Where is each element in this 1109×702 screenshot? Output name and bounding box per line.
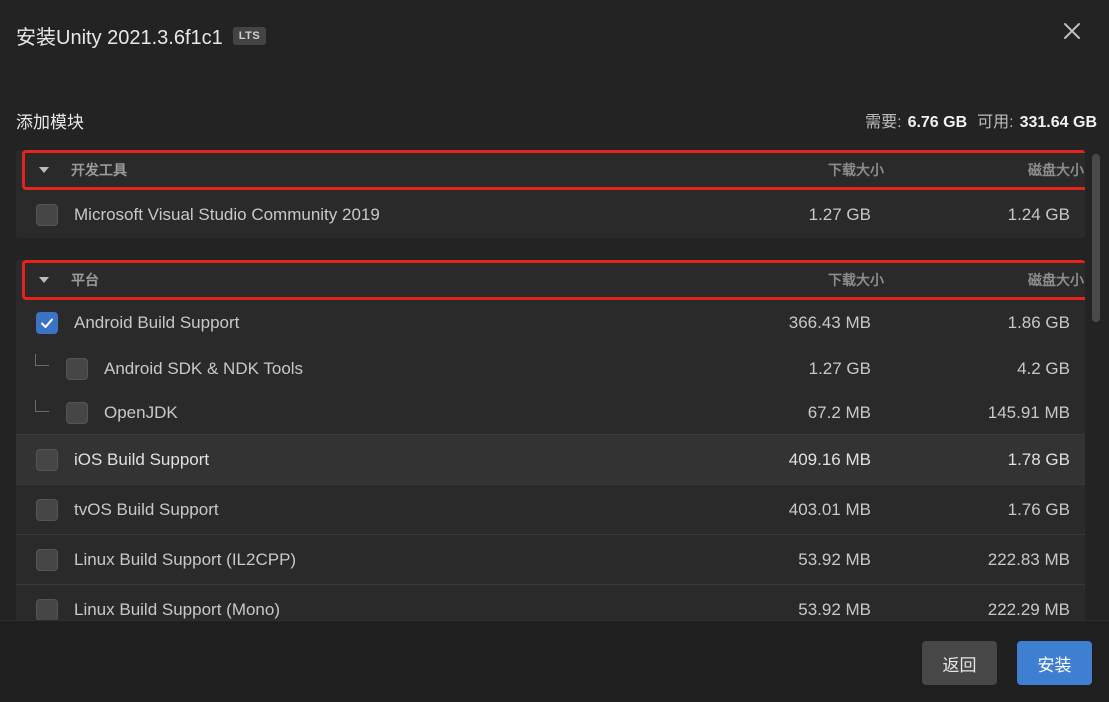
disk-space-summary: 需要: 6.76 GB 可用: 331.64 GB [865,108,1097,132]
module-download-size: 67.2 MB [807,403,871,422]
module-disk-size: 222.29 MB [987,599,1070,619]
module-download-size: 1.27 GB [808,205,871,224]
available-label: 可用: [977,114,1014,131]
module-checkbox[interactable] [66,358,88,380]
module-row-openjdk[interactable]: OpenJDK 67.2 MB 145.91 MB [16,392,1085,434]
module-checkbox-checked[interactable] [36,312,58,334]
section-title: 添加模块 [16,112,84,132]
column-download-size: 下载大小 [828,272,884,288]
module-header: 添加模块 需要: 6.76 GB 可用: 331.64 GB [16,108,1097,132]
collapse-arrow-icon[interactable] [39,167,49,173]
module-download-size: 1.27 GB [808,359,871,378]
required-label: 需要: [865,114,902,131]
group-header-platforms[interactable]: 平台 下载大小 磁盘大小 [22,260,1085,300]
module-checkbox[interactable] [36,498,58,521]
group-name: 开发工具 [71,162,127,178]
collapse-arrow-icon[interactable] [39,277,49,283]
module-checkbox[interactable] [36,598,58,620]
column-disk-size: 磁盘大小 [1028,162,1084,178]
column-download-size: 下载大小 [828,162,884,178]
module-disk-size: 1.76 GB [1007,499,1070,519]
scrollbar-thumb[interactable] [1092,154,1100,322]
module-row-android[interactable]: Android Build Support 366.43 MB 1.86 GB [16,300,1085,346]
module-checkbox[interactable] [66,402,88,424]
module-label: Linux Build Support (Mono) [74,599,281,619]
module-disk-size: 1.78 GB [1007,449,1070,469]
module-row-android-sdk-ndk[interactable]: Android SDK & NDK Tools 1.27 GB 4.2 GB [16,346,1085,392]
footer: 返回 安装 [0,620,1109,702]
group-name: 平台 [71,272,99,288]
module-download-size: 53.92 MB [798,599,871,619]
required-value: 6.76 GB [907,114,968,131]
group-header-dev-tools[interactable]: 开发工具 下载大小 磁盘大小 [22,150,1085,190]
module-download-size: 366.43 MB [788,313,871,332]
group-platforms: 平台 下载大小 磁盘大小 Android Build Support 366.4… [16,260,1085,620]
module-row-tvos[interactable]: tvOS Build Support 403.01 MB 1.76 GB [16,484,1085,534]
module-label: Android SDK & NDK Tools [104,359,304,378]
module-label: Microsoft Visual Studio Community 2019 [74,205,380,224]
lts-badge: LTS [232,26,267,45]
module-row-linux-mono[interactable]: Linux Build Support (Mono) 53.92 MB 222.… [16,584,1085,620]
module-checkbox[interactable] [36,448,58,471]
module-list[interactable]: 开发工具 下载大小 磁盘大小 Microsoft Visual Studio C… [16,150,1085,620]
module-download-size: 403.01 MB [788,499,871,519]
module-label: tvOS Build Support [74,499,219,519]
module-label: iOS Build Support [74,449,210,469]
module-checkbox[interactable] [36,548,58,571]
window-title-text: 安装Unity 2021.3.6f1c1 [16,27,223,49]
module-disk-size: 222.83 MB [987,549,1070,569]
column-disk-size: 磁盘大小 [1028,272,1084,288]
module-row-linux-il2cpp[interactable]: Linux Build Support (IL2CPP) 53.92 MB 22… [16,534,1085,584]
module-row-ios[interactable]: iOS Build Support 409.16 MB 1.78 GB [16,434,1085,484]
group-dev-tools: 开发工具 下载大小 磁盘大小 Microsoft Visual Studio C… [16,150,1085,238]
check-icon [41,318,53,328]
window-title: 安装Unity 2021.3.6f1c1 LTS [16,21,267,50]
available-value: 331.64 GB [1019,114,1097,131]
module-row-vs2019[interactable]: Microsoft Visual Studio Community 2019 1… [16,190,1085,238]
module-disk-size: 145.91 MB [987,403,1070,422]
module-download-size: 53.92 MB [798,549,871,569]
module-label: Android Build Support [74,313,240,332]
back-button[interactable]: 返回 [922,641,997,685]
close-icon[interactable] [1061,20,1083,42]
module-disk-size: 4.2 GB [1017,359,1070,378]
module-label: OpenJDK [104,403,178,422]
install-button[interactable]: 安装 [1017,641,1092,685]
module-disk-size: 1.24 GB [1007,205,1070,224]
tree-connector-icon [35,354,49,366]
module-download-size: 409.16 MB [788,449,871,469]
title-bar: 安装Unity 2021.3.6f1c1 LTS [0,0,1109,66]
module-label: Linux Build Support (IL2CPP) [74,549,297,569]
tree-connector-icon [35,400,49,412]
module-disk-size: 1.86 GB [1007,313,1070,332]
module-checkbox[interactable] [36,204,58,226]
